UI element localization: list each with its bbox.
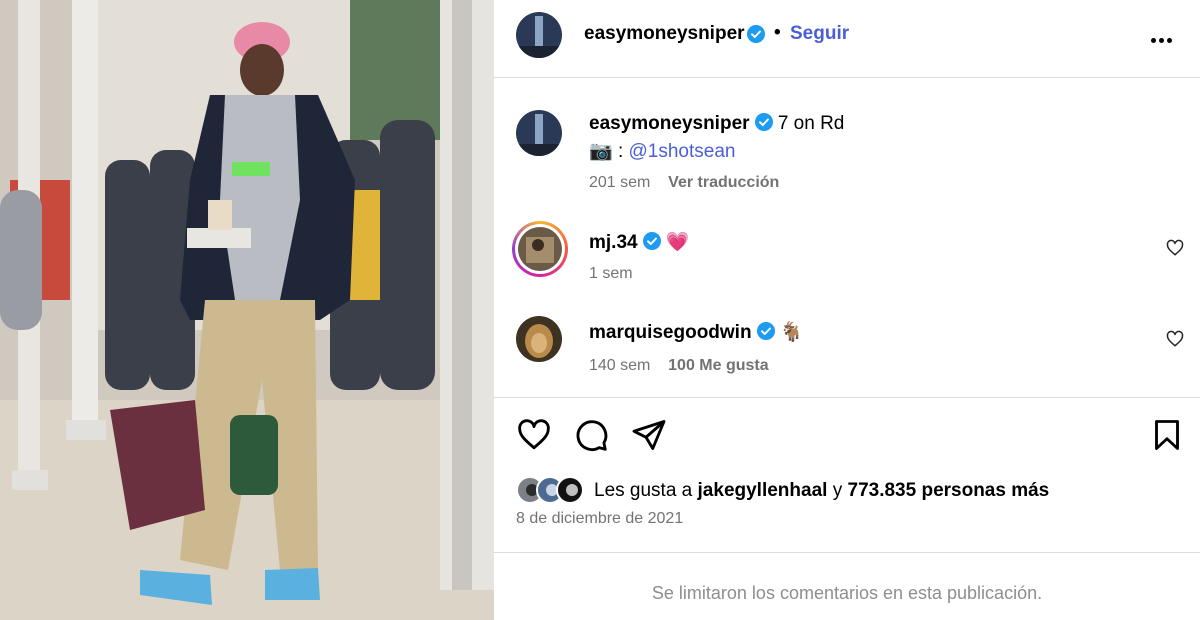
verified-badge-icon (747, 25, 765, 43)
verified-badge-icon (754, 113, 773, 131)
comment-username[interactable]: mj.34 (589, 232, 638, 253)
comment-time[interactable]: 1 sem (589, 265, 633, 282)
caption-credit: 📷 : @1shotsean (589, 139, 735, 163)
translate-button[interactable]: Ver traducción (668, 174, 779, 191)
author-avatar[interactable] (516, 12, 562, 58)
goat-emoji: 🐐 (779, 321, 804, 343)
post-side-panel: easymoneysniper • Seguir easymoneysniper… (494, 0, 1200, 620)
comment-username[interactable]: marquisegoodwin (589, 322, 752, 343)
commenter-avatar[interactable] (518, 227, 562, 271)
mention-link[interactable]: @1shotsean (629, 141, 736, 162)
likes-connector: y (832, 480, 843, 501)
likes-others-link[interactable]: 773.835 personas más (848, 480, 1050, 501)
verified-badge-icon (756, 322, 775, 340)
comment-like-heart-icon[interactable] (1166, 239, 1184, 257)
heart-emoji: 💗 (665, 231, 690, 253)
more-options-icon[interactable] (1151, 30, 1179, 43)
likes-prefix: Les gusta a (594, 480, 693, 501)
share-icon[interactable] (631, 417, 667, 453)
comment-like-heart-icon[interactable] (1166, 330, 1184, 348)
post-header: easymoneysniper • Seguir (494, 0, 1200, 78)
liker-username[interactable]: jakegyllenhaal (698, 480, 828, 501)
heart-icon[interactable] (516, 417, 552, 453)
post-photo[interactable] (0, 0, 494, 620)
commenter-avatar[interactable] (516, 316, 562, 362)
comment-time[interactable]: 140 sem (589, 357, 650, 374)
comment-meta: 140 sem 100 Me gusta (589, 357, 769, 375)
caption-colon: : (617, 141, 624, 162)
caption-time[interactable]: 201 sem (589, 174, 650, 191)
verified-badge-icon (642, 232, 661, 250)
post-date[interactable]: 8 de diciembre de 2021 (516, 510, 683, 528)
comment-text: mj.34 💗 (589, 230, 690, 254)
caption-avatar[interactable] (516, 110, 562, 156)
caption-text: 7 on Rd (777, 113, 845, 134)
comment-icon[interactable] (573, 417, 609, 453)
comment-meta: 1 sem (589, 265, 633, 283)
author-username[interactable]: easymoneysniper (584, 23, 745, 45)
post-photo-illustration (0, 0, 494, 620)
separator-dot: • (774, 22, 781, 43)
caption-meta: 201 sem Ver traducción (589, 174, 779, 192)
likes-summary: Les gusta a jakegyllenhaal y 773.835 per… (594, 480, 1049, 502)
comments-limited-notice: Se limitaron los comentarios en esta pub… (494, 552, 1200, 620)
caption-username[interactable]: easymoneysniper (589, 113, 750, 134)
comment-likes-count[interactable]: 100 Me gusta (668, 357, 768, 374)
comment-text: marquisegoodwin 🐐 (589, 320, 804, 344)
bookmark-icon[interactable] (1149, 417, 1185, 453)
caption-line: easymoneysniper 7 on Rd (589, 113, 844, 135)
action-bar-divider (494, 397, 1200, 398)
follow-button[interactable]: Seguir (790, 23, 849, 45)
liker-avatar (556, 476, 584, 504)
camera-emoji: 📷 (589, 140, 613, 162)
